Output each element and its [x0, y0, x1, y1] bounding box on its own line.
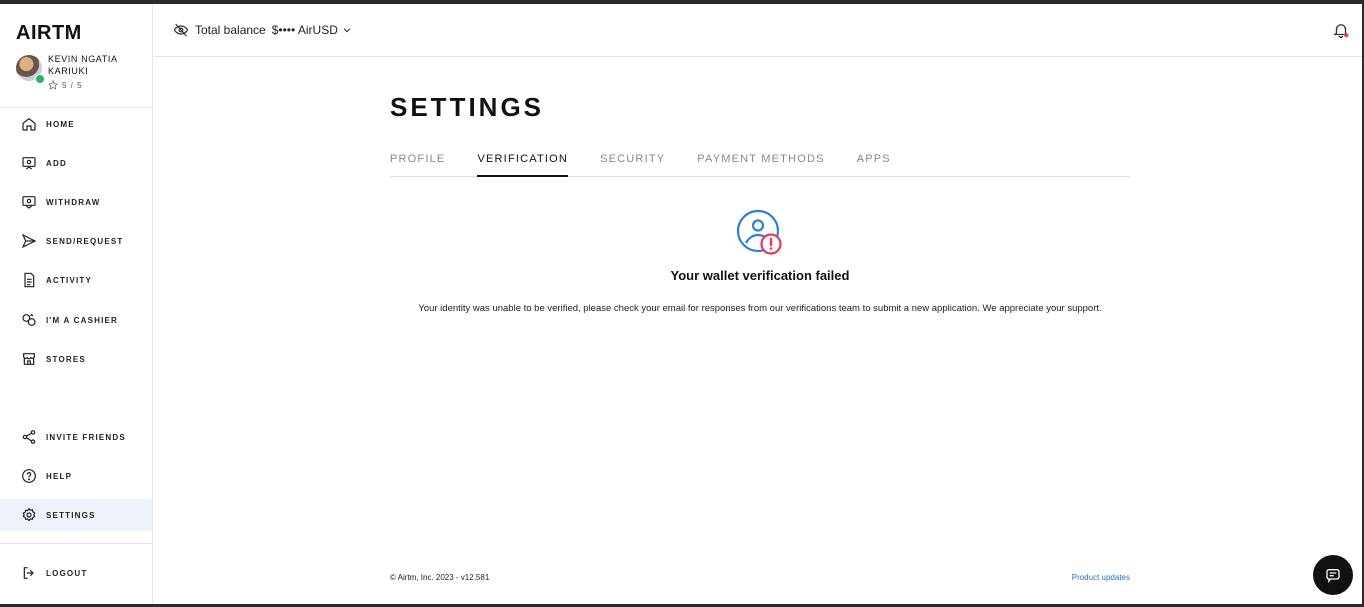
sidebar-item-cashier[interactable]: I'M A CASHIER — [0, 304, 152, 336]
store-icon — [20, 351, 37, 368]
help-icon — [20, 468, 37, 485]
tab-verification[interactable]: VERIFICATION — [477, 152, 569, 177]
page-title: SETTINGS — [390, 92, 545, 122]
logout-button[interactable]: LOGOUT — [0, 557, 152, 589]
gear-icon — [20, 507, 37, 524]
tab-security[interactable]: SECURITY — [600, 152, 665, 177]
sidebar-item-label: HELP — [46, 471, 73, 481]
sidebar-item-help[interactable]: HELP — [0, 460, 152, 492]
settings-tabs: PROFILE VERIFICATION SECURITY PAYMENT ME… — [390, 152, 1130, 177]
product-updates-link[interactable]: Product updates — [1072, 573, 1130, 582]
sidebar-item-label: SETTINGS — [46, 510, 96, 520]
verification-status-description: Your identity was unable to be verified,… — [418, 303, 1102, 314]
sidebar-item-label: ACTIVITY — [46, 275, 93, 285]
notifications-bell-icon[interactable] — [1332, 21, 1350, 39]
verification-failed-icon — [736, 209, 784, 257]
send-icon — [20, 233, 37, 250]
sidebar-item-label: I'M A CASHIER — [46, 315, 119, 325]
home-icon — [20, 116, 37, 133]
avatar — [16, 55, 45, 84]
tab-payment-methods[interactable]: PAYMENT METHODS — [697, 152, 824, 177]
sidebar-item-label: SEND/REQUEST — [46, 236, 124, 246]
activity-icon — [20, 272, 37, 289]
cashier-icon — [20, 312, 37, 329]
sidebar-item-label: WITHDRAW — [46, 197, 101, 207]
sidebar-item-label: ADD — [46, 158, 67, 168]
sidebar-item-home[interactable]: HOME — [0, 108, 152, 140]
chat-button[interactable] — [1313, 555, 1353, 595]
logout-icon — [20, 565, 37, 582]
balance-toggle[interactable]: Total balance $•••• AirUSD — [173, 22, 352, 38]
balance-value: $•••• AirUSD — [271, 23, 338, 37]
logout-label: LOGOUT — [46, 568, 88, 578]
airtm-logo[interactable]: AIRTM — [16, 22, 82, 45]
sidebar-item-label: HOME — [46, 119, 75, 129]
sidebar-item-stores[interactable]: STORES — [0, 343, 152, 375]
sidebar-item-label: INVITE FRIENDS — [46, 432, 126, 442]
sidebar-item-send-request[interactable]: SEND/REQUEST — [0, 225, 152, 257]
verified-check-icon — [35, 74, 45, 84]
user-rating: 5 / 5 — [48, 80, 146, 90]
footer-copyright: © Airtm, Inc. 2023 - v12.581 — [390, 573, 490, 582]
star-icon — [48, 80, 58, 90]
share-icon — [20, 429, 37, 446]
balance-label: Total balance — [195, 23, 266, 37]
verification-status-title: Your wallet verification failed — [670, 268, 850, 283]
user-profile[interactable]: KEVIN NGATIA KARIUKI 5 / 5 — [16, 53, 146, 90]
chevron-down-icon[interactable] — [342, 25, 352, 35]
topbar: Total balance $•••• AirUSD — [153, 4, 1362, 57]
chat-icon — [1326, 569, 1340, 583]
tab-apps[interactable]: APPS — [857, 152, 891, 177]
withdraw-icon — [20, 194, 37, 211]
sidebar-divider — [0, 543, 152, 544]
sidebar-item-activity[interactable]: ACTIVITY — [0, 264, 152, 296]
sidebar: AIRTM KEVIN NGATIA KARIUKI 5 / 5 HOME AD… — [0, 4, 153, 604]
rating-value: 5 / 5 — [62, 80, 83, 90]
sidebar-item-label: STORES — [46, 354, 86, 364]
sidebar-item-withdraw[interactable]: WITHDRAW — [0, 186, 152, 218]
tab-profile[interactable]: PROFILE — [390, 152, 445, 177]
sidebar-item-add[interactable]: ADD — [0, 147, 152, 179]
eye-off-icon[interactable] — [173, 22, 189, 38]
app-window: AIRTM KEVIN NGATIA KARIUKI 5 / 5 HOME AD… — [0, 0, 1364, 607]
sidebar-item-invite-friends[interactable]: INVITE FRIENDS — [0, 421, 152, 453]
add-funds-icon — [20, 155, 37, 172]
sidebar-item-settings[interactable]: SETTINGS — [0, 499, 152, 531]
user-name: KEVIN NGATIA KARIUKI — [48, 54, 118, 76]
